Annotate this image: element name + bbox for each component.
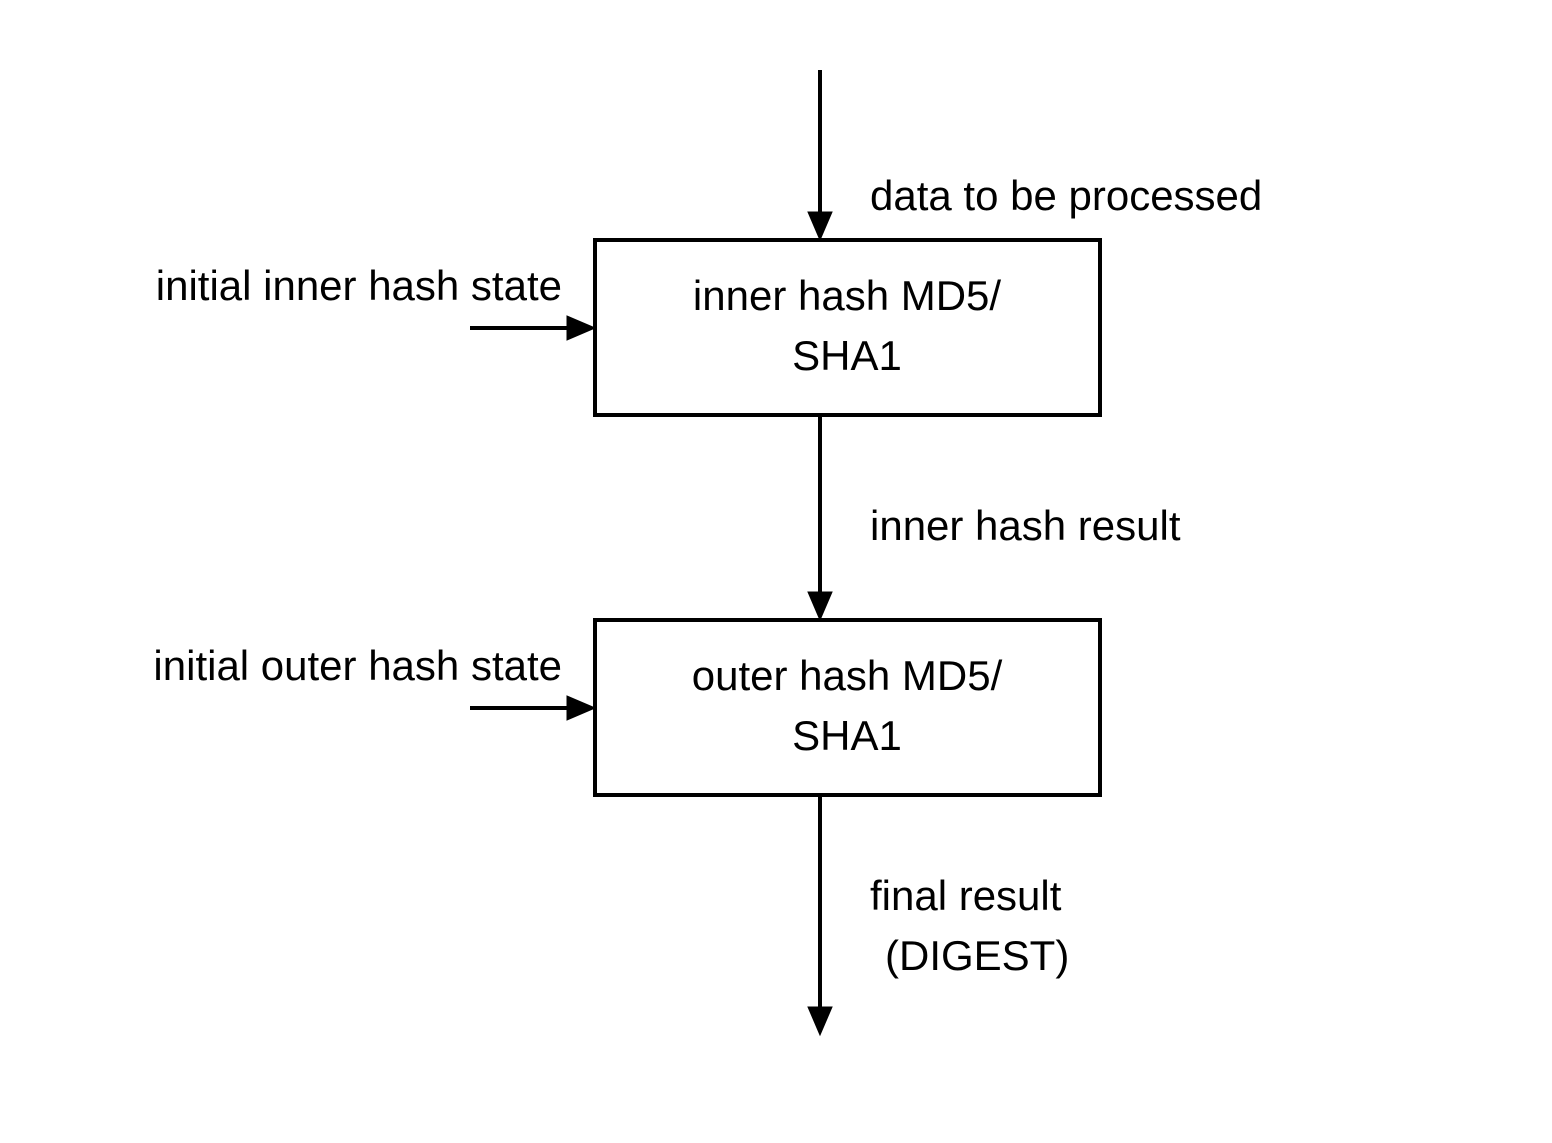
outer-left-label: initial outer hash state: [153, 642, 562, 689]
middle-arrow-label: inner hash result: [870, 502, 1181, 549]
outer-hash-box-line2: SHA1: [792, 712, 902, 759]
inner-left-label: initial inner hash state: [156, 262, 562, 309]
inner-hash-box-line2: SHA1: [792, 332, 902, 379]
inner-hash-box-line1: inner hash MD5/: [693, 272, 1001, 319]
outer-left-arrowhead: [567, 696, 595, 720]
outer-hash-box-line1: outer hash MD5/: [692, 652, 1003, 699]
outer-hash-box: [595, 620, 1100, 795]
hmac-diagram: inner hash MD5/ SHA1 outer hash MD5/ SHA…: [0, 0, 1552, 1143]
inner-left-arrowhead: [567, 316, 595, 340]
final-arrowhead: [808, 1007, 832, 1035]
top-input-label: data to be processed: [870, 172, 1262, 219]
final-label-line2: (DIGEST): [885, 932, 1069, 979]
final-label-line1: final result: [870, 872, 1062, 919]
middle-arrowhead: [808, 592, 832, 620]
inner-hash-box: [595, 240, 1100, 415]
top-input-arrowhead: [808, 212, 832, 240]
